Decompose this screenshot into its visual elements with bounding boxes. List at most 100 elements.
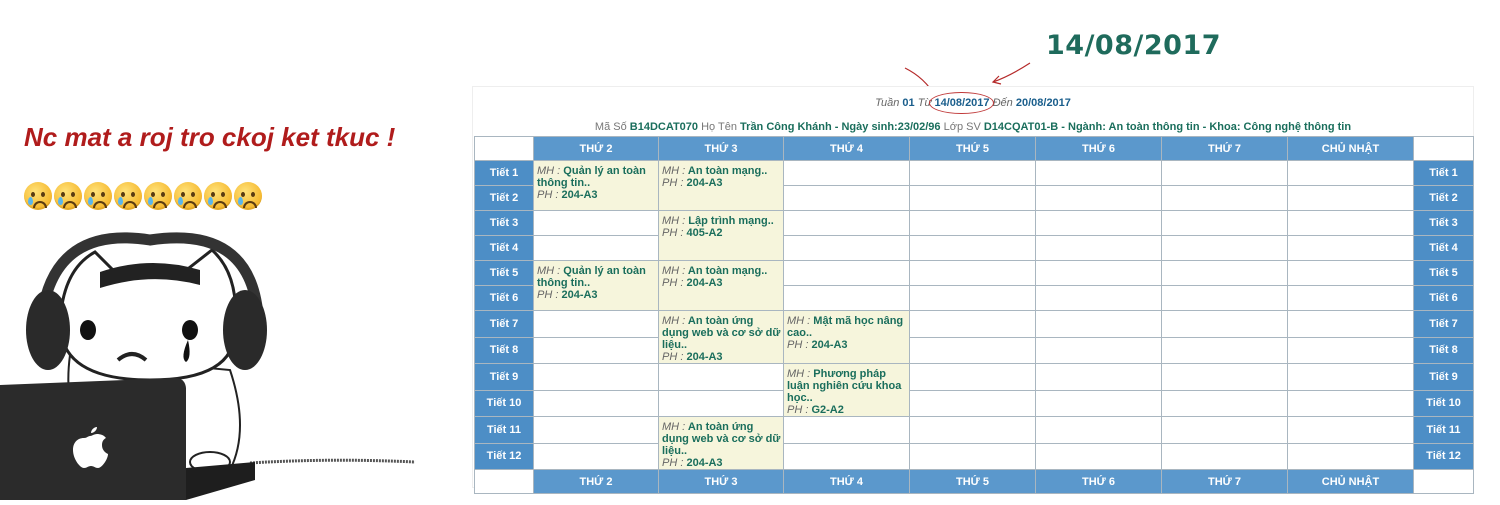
period-label: Tiết 8 — [1413, 336, 1474, 364]
empty-cell — [533, 389, 659, 417]
day-header-row: THỨ 2 THỨ 3 THỨ 4 THỨ 5 THỨ 6 THỨ 7 CHỦ NHẬT — [474, 469, 1474, 494]
period-label: Tiết 5 — [1413, 260, 1474, 286]
room-name: G2-A2 — [811, 404, 844, 416]
day-header: THỨ 4 — [783, 469, 910, 494]
day-header: THỨ 6 — [1035, 469, 1162, 494]
empty-cell — [1035, 160, 1162, 186]
period-label: Tiết 10 — [1413, 389, 1474, 417]
empty-cell — [1035, 336, 1162, 364]
period-label: Tiết 6 — [474, 285, 534, 311]
empty-cell — [1287, 185, 1414, 211]
empty-cell — [1287, 235, 1414, 261]
empty-cell — [909, 160, 1036, 186]
period-row: Tiết 11 MH : An toàn ứng dụng web và cơ s… — [474, 416, 1474, 470]
day-header: THỨ 4 — [783, 136, 910, 161]
empty-cell — [658, 363, 784, 391]
from-date: 14/08/2017 — [929, 92, 994, 114]
empty-cell — [783, 416, 910, 444]
caption-text: Nc mat a roj tro ckoj ket tkuc ! — [24, 122, 396, 152]
crying-face-icon — [54, 182, 82, 210]
empty-cell — [1287, 442, 1414, 470]
empty-cell — [1035, 363, 1162, 391]
empty-cell — [1161, 210, 1288, 236]
period-label: Tiết 9 — [1413, 363, 1474, 391]
subject-label: MH : — [662, 265, 686, 277]
class-cell[interactable]: MH : An toàn ứng dụng web và cơ sở dữ li… — [658, 416, 784, 470]
empty-cell — [909, 260, 1036, 286]
room-name: 204-A3 — [686, 177, 723, 189]
empty-cell — [909, 416, 1036, 444]
empty-cell — [783, 235, 910, 261]
period-row: Tiết 1 MH : Quản lý an toàn thông tin.. PH… — [474, 160, 1474, 211]
period-label: Tiết 9 — [474, 363, 534, 391]
student-class: D14CQAT01-B - Ngành: An toàn thông tin -… — [983, 121, 1352, 133]
empty-cell — [1035, 442, 1162, 470]
empty-cell — [909, 185, 1036, 211]
class-cell[interactable]: MH : An toàn ứng dụng web và cơ sở dữ li… — [658, 310, 784, 364]
week-label: Tuần — [875, 97, 900, 109]
period-label: Tiết 1 — [474, 160, 534, 186]
emoji-row — [24, 182, 262, 210]
period-label: Tiết 11 — [1413, 416, 1474, 444]
room-label: PH : — [787, 339, 809, 351]
week-number: 01 — [902, 97, 915, 109]
day-header: THỨ 2 — [533, 136, 659, 161]
subject-label: MH : — [662, 315, 686, 327]
empty-cell — [909, 363, 1036, 391]
empty-cell — [533, 310, 659, 338]
student-name-label: Họ Tên — [701, 121, 737, 133]
room-label: PH : — [662, 177, 684, 189]
empty-cell — [1035, 389, 1162, 417]
room-label: PH : — [662, 227, 684, 239]
period-row: Tiết 10 Tiết 10 — [474, 389, 1474, 417]
class-cell[interactable]: MH : Mật mã học nâng cao.. PH : 204-A3 — [783, 310, 910, 364]
class-cell[interactable]: MH : Quản lý an toàn thông tin.. PH : 204… — [533, 260, 659, 311]
empty-cell — [1287, 310, 1414, 338]
empty-cell — [1035, 416, 1162, 444]
room-name: 204-A3 — [811, 339, 848, 351]
student-id-label: Mã Số — [594, 121, 627, 133]
to-label: Đến — [992, 97, 1013, 109]
subject-name: An toàn mạng.. — [687, 165, 768, 177]
class-cell[interactable]: MH : An toàn mạng.. PH : 204-A3 — [658, 260, 784, 311]
crying-face-icon — [114, 182, 142, 210]
period-row: Tiết 4 Tiết 4 — [474, 235, 1474, 261]
crying-face-icon — [204, 182, 232, 210]
day-header: CHỦ NHẬT — [1287, 136, 1414, 161]
day-header-row: THỨ 2 THỨ 3 THỨ 4 THỨ 5 THỨ 6 THỨ 7 CHỦ NHẬT — [474, 136, 1474, 161]
timetable: THỨ 2 THỨ 3 THỨ 4 THỨ 5 THỨ 6 THỨ 7 CHỦ NHẬT Ti… — [474, 136, 1474, 494]
empty-cell — [1287, 210, 1414, 236]
period-row: Tiết 12 Tiết 12 — [474, 442, 1474, 470]
subject-label: MH : — [537, 265, 561, 277]
empty-cell — [1161, 160, 1288, 186]
period-label: Tiết 1 — [1413, 160, 1474, 186]
period-label: Tiết 5 — [474, 260, 534, 286]
subject-label: MH : — [787, 368, 811, 380]
empty-cell — [909, 285, 1036, 311]
period-label: Tiết 7 — [474, 310, 534, 338]
empty-cell — [909, 210, 1036, 236]
empty-cell — [1287, 416, 1414, 444]
room-label: PH : — [662, 277, 684, 289]
room-name: 405-A2 — [686, 227, 723, 239]
period-label: Tiết 10 — [474, 389, 534, 417]
empty-cell — [533, 235, 659, 261]
empty-cell — [1035, 260, 1162, 286]
class-cell[interactable]: MH : Phương pháp luận nghiên cứu khoa họ… — [783, 363, 910, 417]
class-cell[interactable]: MH : An toàn mạng.. PH : 204-A3 — [658, 160, 784, 211]
room-name: 204-A3 — [686, 277, 723, 289]
period-label: Tiết 8 — [474, 336, 534, 364]
day-header: THỨ 5 — [909, 469, 1036, 494]
empty-cell — [533, 363, 659, 391]
class-cell[interactable]: MH : Lập trình mạng.. PH : 405-A2 — [658, 210, 784, 261]
day-header: THỨ 3 — [658, 136, 784, 161]
period-row: Tiết 7 MH : An toàn ứng dụng web và cơ sở… — [474, 310, 1474, 364]
room-label: PH : — [787, 404, 809, 416]
empty-cell — [909, 389, 1036, 417]
class-cell[interactable]: MH : Quản lý an toàn thông tin.. PH : 204… — [533, 160, 659, 211]
period-label: Tiết 12 — [474, 442, 534, 470]
empty-cell — [783, 260, 910, 286]
empty-cell — [1161, 310, 1288, 338]
empty-cell — [1035, 310, 1162, 338]
empty-cell — [1287, 336, 1414, 364]
